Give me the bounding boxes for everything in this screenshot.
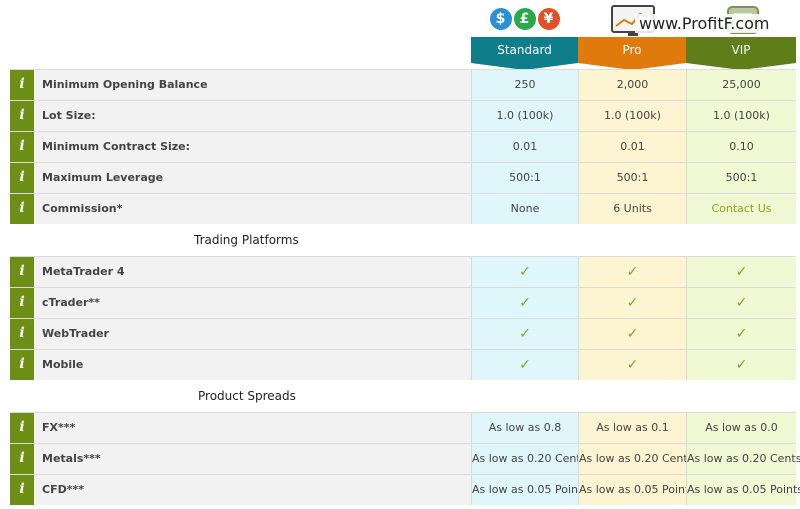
- cell-pro: 500:1: [578, 163, 686, 193]
- row-label: Commission*: [34, 194, 471, 224]
- plan-name-standard: Standard: [471, 37, 578, 63]
- cell-standard: As low as 0.20 Cents: [471, 444, 586, 474]
- cell-vip: 0.10: [686, 132, 796, 162]
- cell-pro: 6 Units: [578, 194, 686, 224]
- check-icon: ✓: [519, 295, 531, 311]
- cell-pro: As low as 0.05 Points: [578, 475, 695, 505]
- table-row: i FX*** As low as 0.8 As low as 0.1 As l…: [10, 412, 796, 443]
- check-icon: ✓: [735, 357, 748, 373]
- table-row: i Mobile ✓ ✓ ✓: [10, 349, 796, 380]
- cell-standard: 250: [471, 70, 578, 100]
- cell-pro: 2,000: [578, 70, 686, 100]
- check-icon: ✓: [626, 295, 639, 311]
- cell-pro: 0.01: [578, 132, 686, 162]
- info-icon[interactable]: i: [10, 194, 34, 224]
- yen-coin-icon: ¥: [537, 8, 560, 30]
- info-icon[interactable]: i: [10, 257, 34, 287]
- row-label: Mobile: [34, 350, 471, 380]
- row-label: Maximum Leverage: [34, 163, 471, 193]
- contact-us-link[interactable]: Contact Us: [686, 194, 796, 224]
- plan-name-pro: Pro: [578, 37, 686, 63]
- pound-coin-icon: £: [513, 8, 536, 30]
- check-icon: ✓: [519, 326, 531, 342]
- info-icon[interactable]: i: [10, 163, 34, 193]
- info-icon[interactable]: i: [10, 101, 34, 131]
- cell-pro: 1.0 (100k): [578, 101, 686, 131]
- cell-standard: As low as 0.8: [471, 413, 578, 443]
- check-icon: ✓: [626, 326, 639, 342]
- info-icon[interactable]: i: [10, 288, 34, 318]
- cell-pro: ✓: [578, 319, 686, 349]
- cell-pro: As low as 0.20 Cents: [578, 444, 693, 474]
- info-icon[interactable]: i: [10, 319, 34, 349]
- cell-standard: ✓: [471, 288, 578, 318]
- table-row: i cTrader** ✓ ✓ ✓: [10, 287, 796, 318]
- info-icon[interactable]: i: [10, 70, 34, 100]
- info-icon[interactable]: i: [10, 350, 34, 380]
- info-icon[interactable]: i: [10, 413, 34, 443]
- cell-vip: ✓: [686, 350, 796, 380]
- info-icon[interactable]: i: [10, 475, 34, 505]
- check-icon: ✓: [519, 264, 531, 280]
- table-row: i Commission* None 6 Units Contact Us: [10, 193, 796, 224]
- plan-name-vip: VIP: [686, 37, 796, 63]
- cell-standard: ✓: [471, 350, 578, 380]
- row-label: Metals***: [34, 444, 471, 474]
- check-icon: ✓: [626, 264, 639, 280]
- cell-standard: ✓: [471, 319, 578, 349]
- plan-header-vip: VIP: [686, 0, 796, 70]
- info-icon[interactable]: i: [10, 444, 34, 474]
- table-row: i WebTrader ✓ ✓ ✓: [10, 318, 796, 349]
- check-icon: ✓: [519, 357, 531, 373]
- row-label: Lot Size:: [34, 101, 471, 131]
- info-icon[interactable]: i: [10, 132, 34, 162]
- row-label: cTrader**: [34, 288, 471, 318]
- table-row: i Lot Size: 1.0 (100k) 1.0 (100k) 1.0 (1…: [10, 100, 796, 131]
- cell-vip: ✓: [686, 257, 796, 287]
- table-row: i Minimum Opening Balance 250 2,000 25,0…: [10, 69, 796, 100]
- cell-vip: ✓: [686, 288, 796, 318]
- check-icon: ✓: [626, 357, 639, 373]
- watermark: www.ProfitF.com: [635, 14, 774, 33]
- dollar-coin-icon: $: [489, 8, 512, 30]
- plan-header-pro: Pro: [578, 0, 686, 70]
- cell-standard: 500:1: [471, 163, 578, 193]
- cell-pro: ✓: [578, 350, 686, 380]
- cell-standard: 1.0 (100k): [471, 101, 578, 131]
- table-row: i Maximum Leverage 500:1 500:1 500:1: [10, 162, 796, 193]
- section-title-platforms: Trading Platforms: [194, 233, 299, 247]
- cell-pro: ✓: [578, 288, 686, 318]
- row-label: CFD***: [34, 475, 471, 505]
- cell-vip: 1.0 (100k): [686, 101, 796, 131]
- cell-standard: ✓: [471, 257, 578, 287]
- plan-header-standard: $ £ ¥ Standard: [471, 0, 578, 70]
- cell-pro: ✓: [578, 257, 686, 287]
- currency-coins-icon: $ £ ¥: [475, 3, 574, 37]
- check-icon: ✓: [735, 295, 748, 311]
- cell-standard: As low as 0.05 Points: [471, 475, 588, 505]
- cell-vip: As low as 0.05 Points: [686, 475, 800, 505]
- section-title-spreads: Product Spreads: [198, 389, 296, 403]
- table-row: i CFD*** As low as 0.05 Points As low as…: [10, 474, 800, 505]
- cell-standard: None: [471, 194, 578, 224]
- cell-vip: As low as 0.20 Cents: [686, 444, 800, 474]
- row-label: Minimum Opening Balance: [34, 70, 471, 100]
- cell-standard: 0.01: [471, 132, 578, 162]
- check-icon: ✓: [735, 326, 748, 342]
- table-row: i MetaTrader 4 ✓ ✓ ✓: [10, 256, 796, 287]
- cell-vip: 25,000: [686, 70, 796, 100]
- cell-vip: 500:1: [686, 163, 796, 193]
- cell-vip: ✓: [686, 319, 796, 349]
- row-label: Minimum Contract Size:: [34, 132, 471, 162]
- check-icon: ✓: [735, 264, 748, 280]
- table-row: i Minimum Contract Size: 0.01 0.01 0.10: [10, 131, 796, 162]
- table-row: i Metals*** As low as 0.20 Cents As low …: [10, 443, 800, 474]
- cell-pro: As low as 0.1: [578, 413, 686, 443]
- row-label: MetaTrader 4: [34, 257, 471, 287]
- row-label: WebTrader: [34, 319, 471, 349]
- row-label: FX***: [34, 413, 471, 443]
- cell-vip: As low as 0.0: [686, 413, 796, 443]
